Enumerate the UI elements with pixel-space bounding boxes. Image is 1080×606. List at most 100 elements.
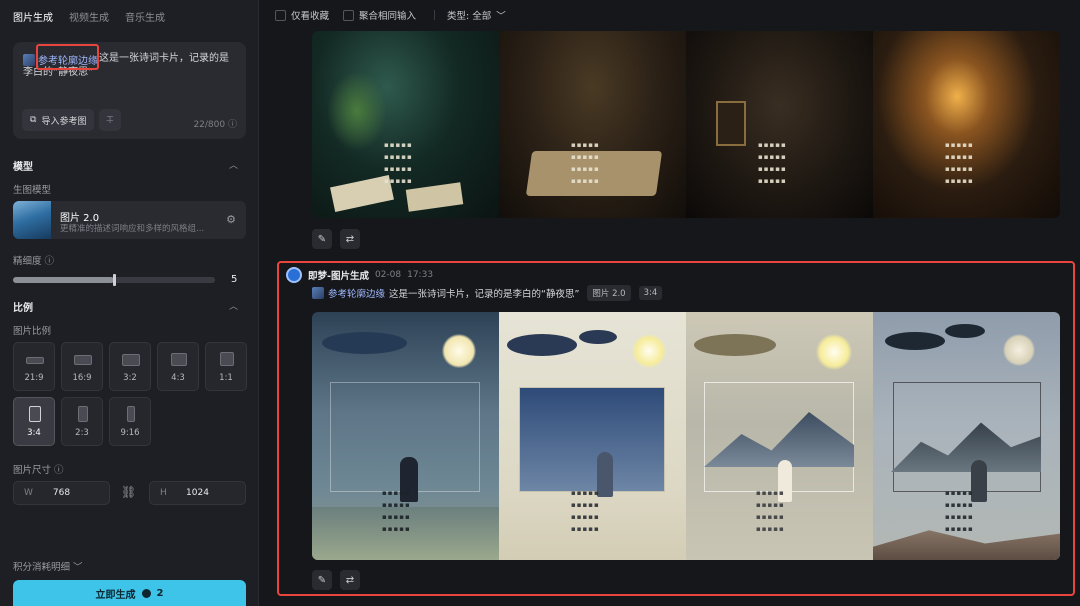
generated-image[interactable]: ▪▪▪▪▪ ▪▪▪▪▪ ▪▪▪▪▪ ▪▪▪▪▪: [686, 312, 873, 560]
chevron-down-icon: ﹀: [73, 562, 83, 573]
link-icon[interactable]: ⛓: [121, 485, 136, 499]
image-model-label: 生图模型: [13, 185, 52, 196]
info-icon: ⓘ: [54, 465, 64, 476]
ratio-label: 1:1: [219, 373, 233, 383]
ratio-option-9-16[interactable]: 9:16: [109, 397, 151, 446]
foliage-shape: [327, 71, 387, 151]
filter-bar: 仅看收藏 聚合相同输入 类型: 全部 ﹀: [275, 8, 512, 22]
cloud-shape: [945, 324, 985, 338]
model-tag: 图片 2.0: [587, 285, 631, 301]
cloud-shape: [322, 332, 407, 354]
moon-shape: [1003, 334, 1035, 366]
checkbox-icon: [343, 9, 355, 21]
regenerate-button[interactable]: ⇄: [340, 570, 360, 590]
width-value: 768: [52, 488, 71, 498]
moon-shape: [816, 334, 852, 370]
generated-image[interactable]: ▪▪▪▪▪ ▪▪▪▪▪ ▪▪▪▪▪ ▪▪▪▪▪: [873, 31, 1060, 218]
ratio-label: 4:3: [171, 373, 185, 383]
sidebar: 图片生成 视频生成 音乐生成 参考轮廓边缘 这是一张诗词卡片，记录的是李白的“静…: [0, 0, 259, 606]
chevron-up-icon[interactable]: ︿: [229, 299, 238, 312]
ratio-shape-icon: [122, 354, 140, 366]
ratio-shape-icon: [78, 406, 88, 422]
precision-slider-handle[interactable]: [113, 274, 116, 286]
edit-icon: ✎: [317, 233, 327, 245]
credits-label: 积分消耗明细: [13, 562, 71, 573]
precision-slider[interactable]: [13, 274, 215, 286]
ratio-shape-icon: [29, 406, 41, 422]
ratio-option-4-3[interactable]: 4:3: [157, 342, 199, 391]
ratio-option-1-1[interactable]: 1:1: [205, 342, 247, 391]
model-thumbnail: [13, 201, 51, 239]
only-favorites-checkbox[interactable]: 仅看收藏: [275, 8, 329, 22]
ratio-shape-icon: [26, 357, 44, 364]
image-import-icon: ⧉: [30, 115, 37, 125]
settings-sliders-icon[interactable]: ⚙: [226, 213, 236, 226]
ratio-option-21-9[interactable]: 21:9: [13, 342, 55, 391]
paper-card: [405, 182, 464, 212]
generated-image[interactable]: ▪▪▪▪▪ ▪▪▪▪▪ ▪▪▪▪▪ ▪▪▪▪▪: [499, 312, 686, 560]
ratio-shape-icon: [220, 352, 234, 366]
credits-detail-toggle[interactable]: 积分消耗明细 ﹀: [13, 559, 83, 573]
generated-image[interactable]: ▪▪▪▪▪ ▪▪▪▪▪ ▪▪▪▪▪ ▪▪▪▪▪: [312, 312, 499, 560]
cloud-shape: [507, 334, 577, 356]
ratio-option-3-4[interactable]: 3:4: [13, 397, 55, 446]
cloud-shape: [579, 330, 617, 344]
merge-input-label: 聚合相同输入: [359, 11, 417, 22]
char-counter-value: 22/800: [193, 120, 226, 130]
generated-images: ▪▪▪▪▪ ▪▪▪▪▪ ▪▪▪▪▪ ▪▪▪▪▪ ▪▪▪▪▪ ▪▪▪▪▪ ▪▪▪▪▪ ▪▪▪▪…: [312, 312, 1060, 560]
generated-image[interactable]: ▪▪▪▪▪ ▪▪▪▪▪ ▪▪▪▪▪ ▪▪▪▪▪: [686, 31, 873, 218]
jimeng-logo-icon: [286, 267, 302, 283]
generate-button[interactable]: 立即生成 2: [13, 580, 246, 606]
width-input[interactable]: W 768: [13, 481, 110, 505]
ratio-option-16-9[interactable]: 16:9: [61, 342, 103, 391]
char-counter: 22/800 ⓘ: [193, 117, 237, 130]
model-section-title: 模型: [13, 162, 33, 173]
generation-tabs: 图片生成 视频生成 音乐生成: [13, 9, 165, 24]
clear-format-button[interactable]: T̶: [99, 109, 121, 131]
ratio-label: 3:4: [27, 428, 41, 438]
model-selector[interactable]: 图片 2.0 更精准的描述词响应和多样的风格组... ⚙: [13, 201, 246, 239]
generation-prompt[interactable]: 参考轮廓边缘 这是一张诗词卡片，记录的是李白的“静夜思” 图片 2.0 3:4: [312, 285, 663, 301]
ratio-label: 21:9: [24, 373, 44, 383]
tab-video-generation[interactable]: 视频生成: [69, 9, 109, 24]
coin-icon: [141, 588, 151, 598]
import-reference-button[interactable]: ⧉ 导入参考图: [22, 109, 95, 131]
generated-image[interactable]: ▪▪▪▪▪ ▪▪▪▪▪ ▪▪▪▪▪ ▪▪▪▪▪: [873, 312, 1060, 560]
checkbox-icon: [275, 9, 286, 21]
ratio-option-2-3[interactable]: 2:3: [61, 397, 103, 446]
merge-input-checkbox[interactable]: 聚合相同输入: [343, 8, 416, 22]
tab-image-generation[interactable]: 图片生成: [13, 9, 53, 24]
regenerate-icon: ⇄: [345, 233, 355, 245]
image-size-label-text: 图片尺寸: [13, 465, 52, 476]
regenerate-button[interactable]: ⇄: [340, 229, 360, 249]
cloud-shape: [885, 332, 945, 350]
height-input[interactable]: H 1024: [149, 481, 246, 505]
generation-time: 17:33: [407, 270, 434, 280]
chevron-up-icon[interactable]: ︿: [229, 158, 238, 171]
ratio-option-3-2[interactable]: 3:2: [109, 342, 151, 391]
poem-overlay: ▪▪▪▪▪ ▪▪▪▪▪ ▪▪▪▪▪ ▪▪▪▪▪: [382, 489, 411, 533]
height-value: 1024: [186, 488, 209, 498]
ratio-tag: 3:4: [638, 286, 663, 300]
info-icon: ⓘ: [44, 256, 55, 267]
generated-image[interactable]: ▪▪▪▪▪ ▪▪▪▪▪ ▪▪▪▪▪ ▪▪▪▪▪: [312, 31, 499, 218]
ratio-shape-icon: [171, 353, 187, 366]
generation-header: 即梦-图片生成 02-08 17:33: [286, 267, 433, 283]
ratio-label: 2:3: [75, 428, 89, 438]
edit-button[interactable]: ✎: [312, 229, 332, 249]
edit-button[interactable]: ✎: [312, 570, 332, 590]
generation-prompt-text: 这是一张诗词卡片，记录的是李白的“静夜思”: [389, 289, 580, 300]
ratio-label: 3:2: [123, 373, 137, 383]
ratio-shape-icon: [127, 406, 135, 422]
poem-overlay: ▪▪▪▪▪ ▪▪▪▪▪ ▪▪▪▪▪ ▪▪▪▪▪: [945, 141, 974, 185]
import-reference-label: 导入参考图: [41, 116, 87, 127]
previous-generation-images: ▪▪▪▪▪ ▪▪▪▪▪ ▪▪▪▪▪ ▪▪▪▪▪ ▪▪▪▪▪ ▪▪▪▪▪ ▪▪▪▪▪ ▪▪▪▪…: [312, 31, 1060, 218]
tab-music-generation[interactable]: 音乐生成: [125, 9, 165, 24]
type-filter-dropdown[interactable]: 类型: 全部 ﹀: [447, 8, 506, 22]
poem-overlay: ▪▪▪▪▪ ▪▪▪▪▪ ▪▪▪▪▪ ▪▪▪▪▪: [758, 141, 787, 185]
divider: [434, 10, 436, 20]
generated-image[interactable]: ▪▪▪▪▪ ▪▪▪▪▪ ▪▪▪▪▪ ▪▪▪▪▪: [499, 31, 686, 218]
poem-overlay: ▪▪▪▪▪ ▪▪▪▪▪ ▪▪▪▪▪ ▪▪▪▪▪: [571, 141, 600, 185]
precision-label: 精细度 ⓘ: [13, 253, 54, 267]
info-icon: ⓘ: [227, 120, 237, 130]
